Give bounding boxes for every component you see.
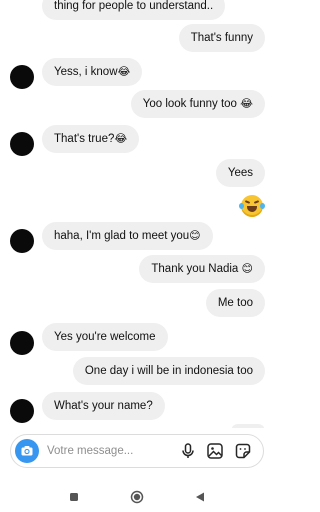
message-bubble-outgoing[interactable] [231,424,265,428]
message-bubble-outgoing[interactable]: One day i will be in indonesia too [72,357,265,385]
message-text: Thank you Nadia [151,263,242,275]
microphone-button[interactable] [179,442,197,460]
back-button[interactable] [193,490,207,504]
gallery-button[interactable] [206,442,224,460]
message-text: thing for people to understand.. [54,0,214,12]
gallery-icon [207,443,223,459]
recents-button[interactable] [67,490,81,504]
message-bubble-incoming[interactable]: haha, I'm glad to meet you😊 [42,222,213,250]
emoji-mouth [247,206,257,212]
message-text: Yes you're welcome [54,331,156,343]
contact-avatar[interactable] [10,65,34,89]
smiling-emoji-icon: 😊 [241,262,253,275]
message-composer [10,434,264,468]
tear-left [239,203,244,209]
message-text: haha, I'm glad to meet you [54,230,190,242]
home-button[interactable] [130,490,144,504]
laughing-emoji-icon: 😂 [117,65,131,78]
message-bubble-incoming[interactable]: Yess, i know😂 [42,58,143,86]
sticker-icon [235,443,251,459]
contact-avatar[interactable] [10,331,34,355]
message-bubble-outgoing[interactable]: Yees [215,159,265,187]
microphone-icon [182,443,194,458]
message-bubble-incoming[interactable]: thing for people to understand.. [42,0,226,20]
tear-right [260,203,265,209]
message-text: That's true? [54,133,115,145]
home-icon [130,490,144,504]
message-text: Yess, i know [54,66,118,78]
message-bubble-incoming[interactable]: Yes you're welcome [42,323,168,351]
contact-avatar[interactable] [10,399,34,423]
laughing-emoji-icon: 😂 [114,132,128,145]
message-text: That's funny [190,32,253,44]
smiling-emoji-icon: 😊 [189,229,201,242]
message-text: Yees [227,167,253,179]
camera-button[interactable] [15,439,39,463]
message-bubble-incoming[interactable]: What's your name? [42,392,165,420]
message-bubble-incoming[interactable]: That's true?😂 [42,125,140,153]
message-text: Me too [217,297,253,309]
message-text: Yoo look funny too [142,98,241,110]
recents-icon [70,493,78,501]
message-bubble-outgoing[interactable]: Thank you Nadia 😊 [139,255,265,283]
laughing-emoji-icon: 😂 [240,97,253,110]
message-text: What's your name? [54,400,153,412]
camera-icon [21,446,33,456]
message-bubble-outgoing[interactable]: Me too [205,289,265,317]
message-bubble-outgoing[interactable]: Yoo look funny too 😂 [130,90,265,118]
message-input[interactable] [47,435,177,467]
message-text: One day i will be in indonesia too [84,365,253,377]
laughing-emoji-icon[interactable] [239,195,265,217]
contact-avatar[interactable] [10,132,34,156]
system-navigation-bar [0,482,275,512]
message-bubble-outgoing[interactable]: That's funny [178,24,265,52]
back-icon [196,492,204,502]
sticker-button[interactable] [234,442,252,460]
contact-avatar[interactable] [10,229,34,253]
message-thread[interactable]: thing for people to understand.. That's … [0,0,275,428]
